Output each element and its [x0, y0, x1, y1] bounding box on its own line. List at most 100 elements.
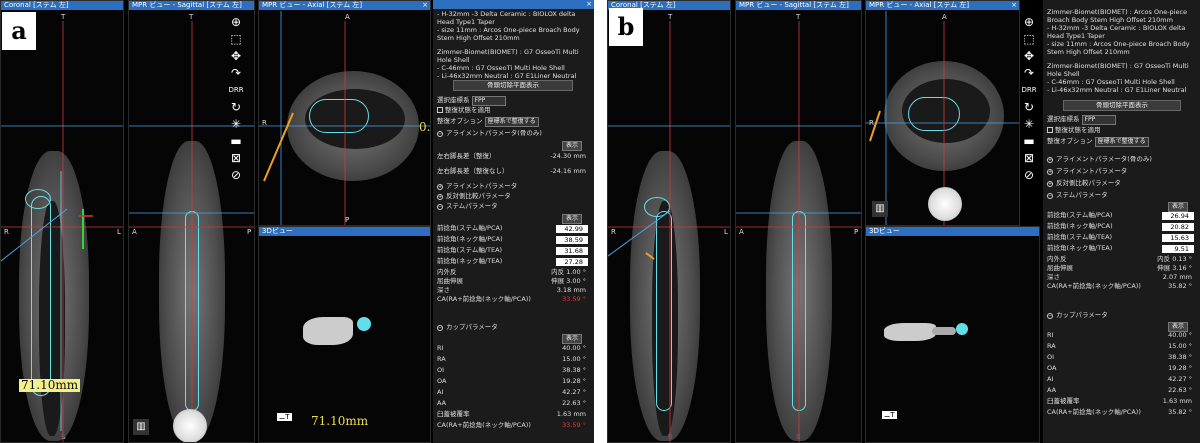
reduce-option-select[interactable]: 座標系で整復する: [484, 117, 539, 127]
check-label: 整復状態を適用: [1055, 126, 1101, 134]
coronal-overlay: [608, 21, 730, 442]
section-cup[interactable]: − カップパラメータ: [1043, 311, 1108, 320]
stem-value-field[interactable]: 15.63: [1162, 234, 1194, 242]
stem-value-field[interactable]: 38.59: [556, 236, 588, 244]
show-button[interactable]: 表示: [561, 334, 582, 344]
coord-label: 選択座標系: [437, 96, 470, 104]
table-row: 臼蓋被覆率 1.63 mm: [1047, 397, 1192, 405]
section-contralateral[interactable]: + 反対側比較パラメータ: [433, 192, 511, 201]
check-row: 整復状態を適用: [1047, 124, 1101, 134]
drr-icon[interactable]: DRR: [1021, 82, 1037, 99]
implant-line: Head Type1 Taper: [1047, 32, 1105, 40]
orientation-ball[interactable]: [173, 409, 207, 442]
table-row: CA(RA+前捻角(ネック軸/PCA)) 33.59 °: [437, 295, 586, 303]
view-toolbar: ⊕ ⬚ ✥ ↷ DRR ↻ ✳ ▬ ⊠ ⊘: [1021, 14, 1037, 184]
stem-value-field[interactable]: 26.94: [1162, 212, 1194, 220]
section-alignment-bone[interactable]: + アライメントパラメータ(骨のみ): [1043, 155, 1152, 164]
section-cup[interactable]: − カップパラメータ: [433, 323, 498, 332]
window-level-icon[interactable]: ⬚: [1021, 31, 1037, 48]
view-3d[interactable]: 3Dビュー ⚊T 71.10mm: [258, 226, 431, 443]
rotate-icon[interactable]: ↷: [1021, 65, 1037, 82]
cancel-icon[interactable]: ⊘: [1021, 167, 1037, 184]
table-row: 内外反 内反 0.13 °: [1047, 255, 1192, 263]
stem-value-field[interactable]: 42.99: [556, 225, 588, 233]
view3d-measurement: 71.10mm: [311, 414, 369, 428]
implant-line: Stem High Offset 210mm: [437, 34, 520, 42]
view3d-titlebar: 3Dビュー: [866, 227, 1039, 236]
table-row: AA 22.63 °: [437, 399, 586, 407]
table-row: OA 19.28 °: [437, 377, 586, 385]
section-stem[interactable]: − ステムパラメータ: [1043, 191, 1108, 200]
coronal-view[interactable]: Coronal [ステム 左] T R L B: [607, 0, 731, 443]
show-button[interactable]: 表示: [561, 141, 582, 151]
ruler-icon[interactable]: ▬: [228, 133, 244, 150]
table-row: 左右脚長差（整復） -24.30 mm: [437, 152, 586, 160]
zoom-in-icon[interactable]: ⊕: [1021, 14, 1037, 31]
reduce-checkbox[interactable]: [437, 107, 443, 113]
table-row: RA 15.00 °: [1047, 342, 1192, 350]
implant-line: - Li-46x32mm Neutral : G7 E1Liner Neutra…: [437, 72, 577, 80]
rotate-3d-icon[interactable]: ↻: [228, 99, 244, 116]
stem-value-field[interactable]: 27.28: [556, 258, 588, 266]
table-row: AA 22.63 °: [1047, 386, 1192, 394]
implant-3d-model: [303, 317, 353, 345]
show-button[interactable]: 表示: [561, 214, 582, 224]
view-toolbar: ⊕ ⬚ ✥ ↷ DRR ↻ ✳ ▬ ⊠ ⊘: [228, 14, 244, 184]
neck-3d-model: [932, 327, 956, 335]
view3d-tag: ⚊T: [882, 411, 897, 419]
layout-icon[interactable]: ▥: [133, 419, 149, 435]
ruler-icon[interactable]: ▬: [1021, 133, 1037, 150]
section-contralateral[interactable]: + 反対側比較パラメータ: [1043, 179, 1121, 188]
coronal-view[interactable]: Coronal [ステム 左] T R L B 71.10mm: [0, 0, 124, 443]
reset-icon[interactable]: ⊠: [228, 150, 244, 167]
table-row: 内外反 内反 1.00 °: [437, 268, 586, 276]
layout-icon[interactable]: ▥: [872, 201, 888, 217]
cup-table: RI 40.00 ° RA 15.00 ° OI 38.38 ° OA 19.28 ° …: [1043, 331, 1200, 419]
cancel-icon[interactable]: ⊘: [228, 167, 244, 184]
table-row: RI 40.00 °: [1047, 331, 1192, 339]
table-row: 前捻角(ネック軸/TEA) 9.51: [1043, 244, 1200, 255]
table-row: 前捻角(ネック軸/TEA) 27.28: [433, 257, 594, 268]
stem-value-field[interactable]: 31.68: [556, 247, 588, 255]
view-3d[interactable]: 3Dビュー ⚊T: [865, 226, 1040, 443]
table-row: 深さ 3.18 mm: [437, 286, 586, 294]
table-row: OI 38.38 °: [1047, 353, 1192, 361]
sagittal-overlay: [736, 21, 861, 442]
resection-plane-button[interactable]: 骨頭切除平面表示: [1063, 100, 1181, 111]
orientation-ball[interactable]: [928, 187, 962, 221]
table-row: OI 38.38 °: [437, 366, 586, 374]
pan-icon[interactable]: ✥: [1021, 48, 1037, 65]
section-alignment[interactable]: + アライメントパラメータ: [433, 182, 517, 191]
zoom-in-icon[interactable]: ⊕: [228, 14, 244, 31]
drr-icon[interactable]: DRR: [228, 82, 244, 99]
stem-table: 前捻角(ステム軸/PCA) 26.94 前捻角(ネック軸/PCA) 20.82 前捻…: [1043, 211, 1200, 291]
crosshair-icon[interactable]: ✳: [228, 116, 244, 133]
stem-value-field[interactable]: 9.51: [1162, 245, 1194, 253]
table-row: CA(RA+前捻角(ネック軸/PCA)) 33.59 °: [437, 421, 586, 429]
reduce-checkbox[interactable]: [1047, 127, 1053, 133]
axial-view[interactable]: MPR ビュー - Axial [ステム 左] × A R P 0.: [258, 0, 431, 226]
window-level-icon[interactable]: ⬚: [228, 31, 244, 48]
figure-a: Coronal [ステム 左] T R L B 71.10mm MPR ビュー …: [0, 0, 594, 443]
resection-plane-button[interactable]: 骨頭切除平面表示: [453, 80, 573, 91]
axial-view[interactable]: MPR ビュー - Axial [ステム 左] × A R ▥: [865, 0, 1020, 226]
section-alignment[interactable]: + アライメントパラメータ: [1043, 167, 1127, 176]
reset-icon[interactable]: ⊠: [1021, 150, 1037, 167]
crosshair-icon[interactable]: ✳: [1021, 116, 1037, 133]
section-stem[interactable]: − ステムパラメータ: [433, 202, 498, 211]
rotate-icon[interactable]: ↷: [228, 65, 244, 82]
sagittal-view[interactable]: MPR ビュー - Sagittal [ステム 左] T A P B: [735, 0, 862, 443]
stem-value-field[interactable]: 20.82: [1162, 223, 1194, 231]
reduce-option-select[interactable]: 座標系で整復する: [1094, 137, 1149, 147]
table-row: 前捻角(ステム軸/PCA) 42.99: [433, 224, 594, 235]
pan-icon[interactable]: ✥: [228, 48, 244, 65]
implant-line: - C-46mm : G7 OsseoTi Multi Hole Shell: [1047, 78, 1175, 86]
implant-line: Stem High Offset 210mm: [1047, 48, 1130, 56]
stem-table: 前捻角(ステム軸/PCA) 42.99 前捻角(ネック軸/PCA) 38.59 前捻…: [433, 224, 594, 304]
implant-info: - H-32mm -3 Delta Ceramic : BIOLOX delta…: [433, 10, 594, 80]
section-alignment-bone[interactable]: − アライメントパラメータ(骨のみ): [433, 129, 542, 138]
property-panel: Zimmer-Biomet(BIOMET) : Arcos One-piece …: [1043, 0, 1200, 443]
reduce-option-row: 整復オプション 座標系で整復する: [437, 115, 539, 127]
rotate-3d-icon[interactable]: ↻: [1021, 99, 1037, 116]
table-row: CA(RA+前捻角(ネック軸/PCA)) 35.82 °: [1047, 408, 1192, 416]
